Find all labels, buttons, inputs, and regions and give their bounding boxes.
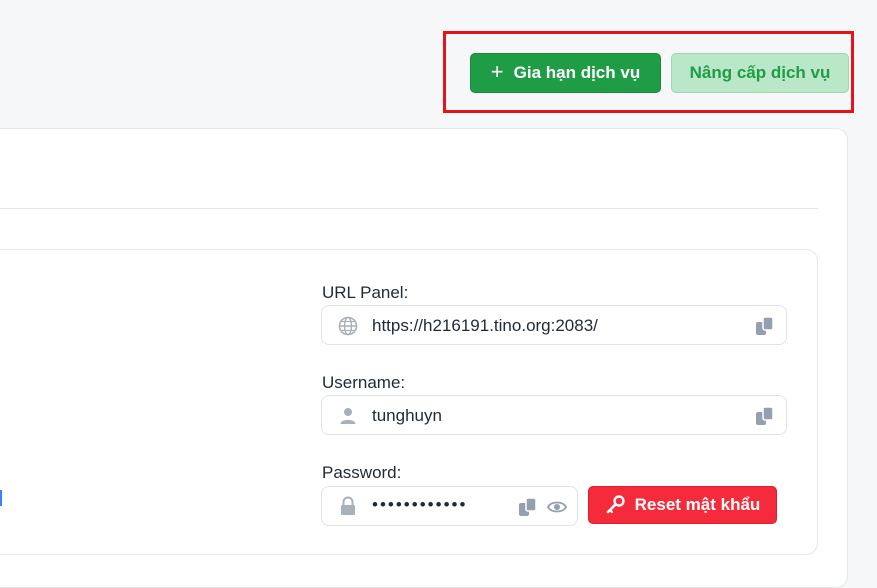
copy-icon[interactable] bbox=[754, 405, 776, 427]
renew-service-label: Gia hạn dịch vụ bbox=[513, 63, 641, 82]
eye-icon[interactable] bbox=[547, 498, 567, 516]
username-label: Username: bbox=[322, 373, 406, 392]
lock-icon bbox=[341, 496, 355, 515]
url-panel-label: URL Panel: bbox=[322, 283, 409, 302]
username-field[interactable]: tunghuyn bbox=[321, 395, 787, 435]
password-label: Password: bbox=[322, 463, 402, 482]
reset-password-button[interactable]: Reset mật khẩu bbox=[588, 486, 777, 524]
plus-icon: + bbox=[490, 59, 504, 84]
url-panel-field[interactable]: https://h216191.tino.org:2083/ bbox=[321, 305, 787, 345]
password-value: •••••••••••• bbox=[372, 495, 468, 514]
url-panel-value: https://h216191.tino.org:2083/ bbox=[372, 316, 598, 335]
copy-icon[interactable] bbox=[517, 496, 539, 518]
left-edge-marker bbox=[0, 490, 2, 506]
upgrade-service-label: Nâng cấp dịch vụ bbox=[689, 63, 831, 82]
card-divider bbox=[0, 208, 818, 209]
password-field[interactable]: •••••••••••• bbox=[321, 486, 578, 526]
globe-icon bbox=[338, 316, 358, 336]
reset-password-label: Reset mật khẩu bbox=[634, 495, 761, 514]
renew-service-button[interactable]: + Gia hạn dịch vụ bbox=[470, 53, 661, 93]
key-icon bbox=[606, 495, 625, 514]
copy-icon[interactable] bbox=[754, 315, 776, 337]
upgrade-service-button[interactable]: Nâng cấp dịch vụ bbox=[671, 53, 849, 93]
user-icon bbox=[340, 408, 356, 424]
username-value: tunghuyn bbox=[372, 406, 442, 425]
